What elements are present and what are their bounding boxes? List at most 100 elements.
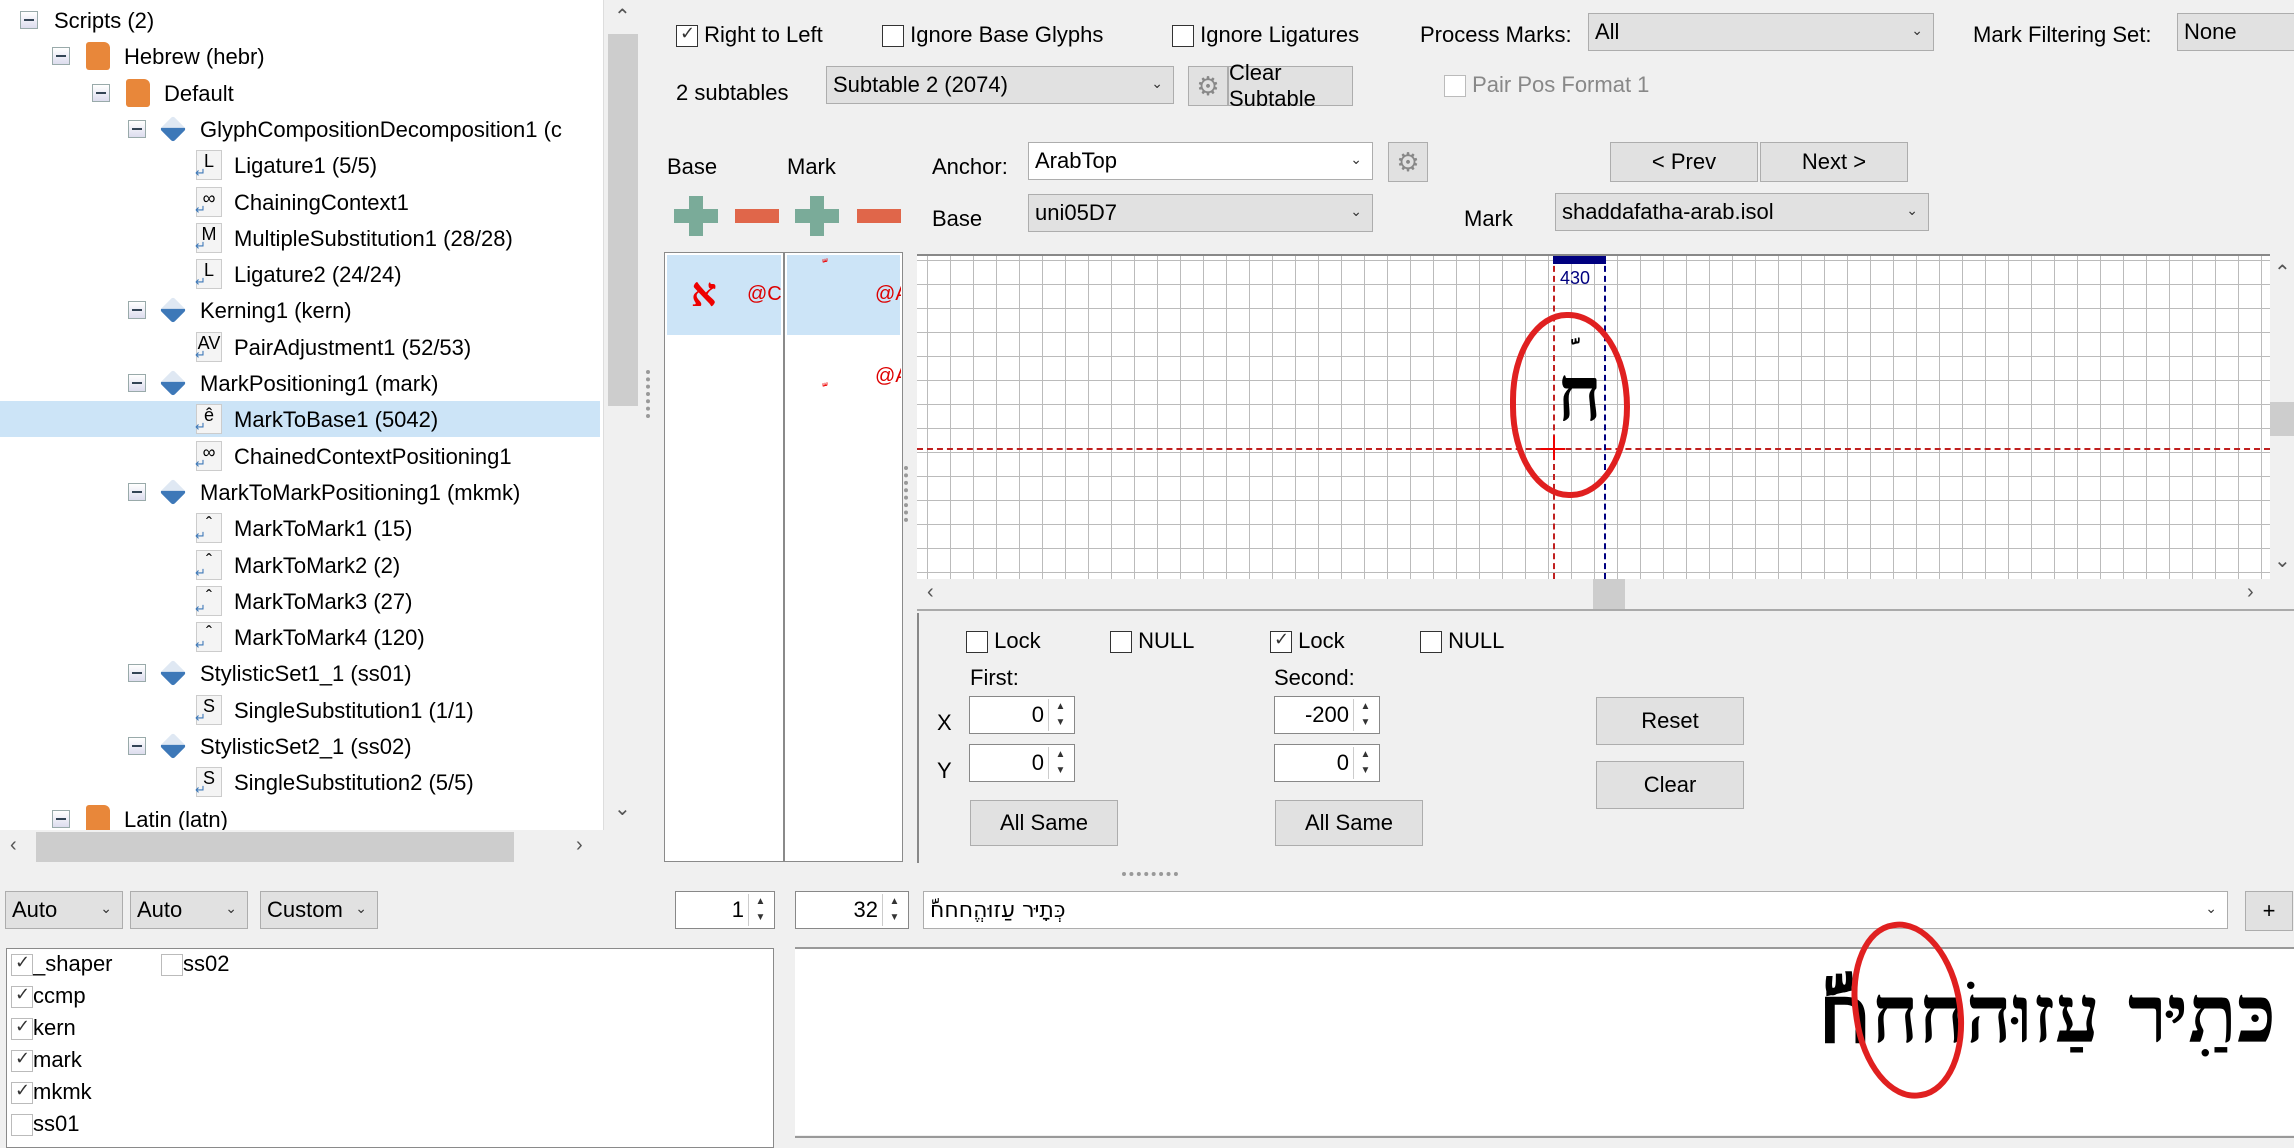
collapse-toggle-icon[interactable] [20,11,38,29]
canvas-horizontal-scrollbar[interactable]: ‹ › [917,579,2294,611]
checkbox-box[interactable] [11,1016,33,1041]
process-marks-combo[interactable]: All ⌄ [1588,13,1934,51]
spin-value[interactable]: -200 [1305,702,1349,728]
checkbox-box[interactable] [11,1080,33,1105]
base-list-item[interactable]: א @C [667,255,781,335]
checkbox-box[interactable] [1270,629,1292,654]
spin-value[interactable]: 0 [1032,702,1044,728]
second-null-checkbox[interactable]: NULL [1420,628,1504,654]
tree-item[interactable]: StylisticSet2_1 (ss02) [0,728,600,764]
anchor-combo[interactable]: ArabTop ⌄ [1028,142,1373,180]
mark-glyph-combo[interactable]: shaddafatha-arab.isol ⌄ [1555,193,1929,231]
remove-base-button[interactable] [735,209,779,223]
tree-item[interactable]: MarkPositioning1 (mark) [0,365,600,401]
feature-checkbox-mark[interactable]: mark [11,1047,82,1073]
second-y-spinbox[interactable]: 0 ▲ ▼ [1274,744,1380,782]
feature-list[interactable]: _shaper ss02 ccmp kern mark mkmk ss01 [6,948,774,1148]
checkbox-box[interactable] [1420,631,1442,654]
second-all-same-button[interactable]: All Same [1275,800,1423,846]
tree-item[interactable]: ˆ ↵ MarkToMark1 (15) [0,510,600,546]
tree-item[interactable]: M ↵ MultipleSubstitution1 (28/28) [0,220,600,256]
base-glyph-combo[interactable]: uni05D7 ⌄ [1028,194,1373,232]
collapse-toggle-icon[interactable] [128,301,146,320]
collapse-toggle-icon[interactable] [128,119,146,138]
tree-item[interactable]: ∞ ↵ ChainedContextPositioning1 [0,438,600,474]
tree-vertical-scrollbar[interactable]: ⌃ ⌄ [604,0,638,830]
mark-filtering-set-combo[interactable]: None [2177,13,2294,51]
mark-list-item[interactable]: @A َّ [787,337,901,417]
subtable-combo[interactable]: Subtable 2 (2074) ⌄ [826,66,1174,104]
spin-arrows-icon[interactable]: ▲ ▼ [1048,699,1072,731]
preview-text-input[interactable]: כְּתָיּר עַזוּהֱחחחَّ ⌄ [923,891,2228,929]
tree-item[interactable]: Scripts (2) [0,2,600,38]
input-value[interactable]: כְּתָיּר עַזוּהֱחחחَّ [930,898,1066,923]
first-y-spinbox[interactable]: 0 ▲ ▼ [969,744,1075,782]
collapse-toggle-icon[interactable] [128,482,146,501]
checkbox-box[interactable] [966,631,988,654]
font-size-spinbox[interactable]: 32 ▲ ▼ [795,891,909,929]
first-null-checkbox[interactable]: NULL [1110,628,1194,654]
mode-combo[interactable]: Custom ⌄ [260,891,378,929]
scroll-up-icon[interactable]: ⌃ [2274,260,2291,285]
vertical-splitter-handle[interactable] [646,370,652,418]
feature-checkbox-shaper[interactable]: _shaper [11,951,113,977]
spin-arrows-icon[interactable]: ▲ ▼ [1048,747,1072,779]
tree-item[interactable]: GlyphCompositionDecomposition1 (c [0,111,600,147]
scrollbar-thumb[interactable] [36,832,514,862]
spin-value[interactable]: 0 [1337,750,1349,776]
first-lock-checkbox[interactable]: Lock [966,628,1041,654]
collapse-toggle-icon[interactable] [128,664,146,683]
tree-item[interactable]: L ↵ Ligature1 (5/5) [0,147,600,183]
collapse-toggle-icon[interactable] [52,809,70,828]
feature-checkbox-ss02[interactable]: ss02 [161,951,229,977]
tree-item[interactable]: Hebrew (hebr) [0,38,600,74]
checkbox-box[interactable] [1172,25,1194,48]
scroll-left-icon[interactable]: ‹ [927,581,934,604]
lookup-tree[interactable]: Scripts (2) Hebrew (hebr) Default GlyphComp… [0,0,604,833]
spin-value[interactable]: 32 [854,897,878,923]
collapse-toggle-icon[interactable] [92,83,110,102]
add-mark-button[interactable] [795,196,839,236]
base-list[interactable]: א @C [664,252,784,862]
first-x-spinbox[interactable]: 0 ▲ ▼ [969,696,1075,734]
scrollbar-thumb[interactable] [2270,402,2294,436]
tree-item[interactable]: Default [0,75,600,111]
scroll-right-icon[interactable]: › [2247,581,2254,604]
add-text-button[interactable]: + [2245,891,2293,931]
scrollbar-thumb[interactable] [1593,579,1625,609]
anchor-settings-button[interactable]: ⚙ [1388,142,1428,182]
scroll-down-icon[interactable]: ⌄ [614,796,631,821]
tree-item[interactable]: L ↵ Ligature2 (24/24) [0,256,600,292]
checkbox-box[interactable] [11,1048,33,1073]
combo-value[interactable]: ArabTop [1035,148,1117,174]
checkbox-box[interactable] [11,984,33,1009]
tree-item[interactable]: S ↵ SingleSubstitution2 (5/5) [0,764,600,800]
subtable-settings-button[interactable]: ⚙ [1188,66,1228,106]
prev-button[interactable]: < Prev [1610,142,1758,182]
add-base-button[interactable] [674,196,718,236]
value-spinbox[interactable]: 1 ▲ ▼ [675,891,775,929]
feature-checkbox-ss01[interactable]: ss01 [11,1111,79,1137]
scrollbar-thumb[interactable] [608,34,638,406]
canvas-vertical-scrollbar[interactable]: ⌃ ⌄ [2270,254,2294,579]
scroll-down-icon[interactable]: ⌄ [2274,548,2291,573]
feature-checkbox-mkmk[interactable]: mkmk [11,1079,92,1105]
right-to-left-checkbox[interactable]: Right to Left [676,22,823,48]
reset-button[interactable]: Reset [1596,697,1744,745]
list-splitter-handle[interactable] [904,466,910,522]
tree-item[interactable]: ˆ ↵ MarkToMark4 (120) [0,619,600,655]
script-combo[interactable]: Auto ⌄ [5,891,123,929]
collapse-toggle-icon[interactable] [128,737,146,755]
tree-item[interactable]: StylisticSet1_1 (ss01) [0,655,600,691]
collapse-toggle-icon[interactable] [52,47,70,66]
second-lock-checkbox[interactable]: Lock [1270,628,1345,654]
horizontal-splitter-handle[interactable] [1122,872,1178,876]
mark-list-item[interactable]: َّ @A [787,255,901,335]
scroll-up-icon[interactable]: ⌃ [614,4,631,29]
tree-item[interactable]: S ↵ SingleSubstitution1 (1/1) [0,692,600,728]
feature-checkbox-kern[interactable]: kern [11,1015,76,1041]
spin-arrows-icon[interactable]: ▲ ▼ [882,894,906,926]
checkbox-box[interactable] [676,23,698,48]
collapse-toggle-icon[interactable] [128,374,146,392]
next-button[interactable]: Next > [1760,142,1908,182]
